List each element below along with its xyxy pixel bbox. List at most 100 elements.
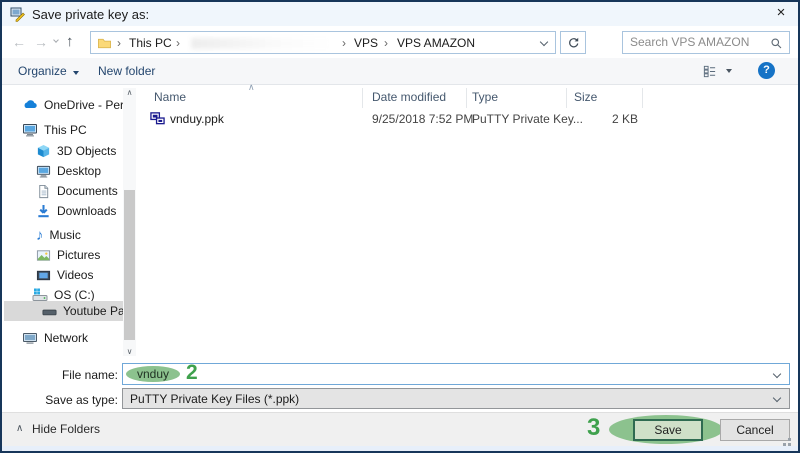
navigation-bar: ← → ↑ › This PC › › VPS › VPS AMAZON [2,26,798,58]
refresh-icon [567,36,580,49]
breadcrumb-separator: › [384,36,388,50]
save-button[interactable]: Save [633,419,703,441]
folder-icon [97,36,112,51]
save-as-type-dropdown-icon[interactable] [773,394,781,402]
sidebar-item-onedrive[interactable]: OneDrive - Person [22,95,137,115]
puttygen-app-icon [10,6,26,22]
file-name-input[interactable]: vnduy [122,363,790,385]
history-dropdown-icon[interactable] [53,37,59,43]
bottom-strip [2,446,798,451]
breadcrumb-separator: › [342,36,346,50]
this-pc-icon [22,122,38,138]
sidebar-item-network[interactable]: Network [22,328,137,348]
sidebar-item-desktop[interactable]: Desktop [36,161,137,181]
table-row[interactable]: vnduy.ppk 9/25/2018 7:52 PM PuTTY Privat… [142,109,792,129]
ppk-file-icon [150,111,165,126]
scroll-up-icon[interactable]: ∧ [123,88,136,97]
view-mode-dropdown-icon[interactable] [726,69,732,73]
search-box[interactable] [622,31,790,54]
file-name-cell: vnduy.ppk [170,112,224,126]
sort-ascending-icon: ∧ [248,82,255,93]
breadcrumb-separator: › [176,36,180,50]
breadcrumb-item-vps[interactable]: VPS [354,36,378,50]
hide-folders-caret-icon: ∧ [16,423,23,434]
save-as-type-value: PuTTY Private Key Files (*.ppk) [130,392,299,406]
sidebar-item-label: 3D Objects [57,144,116,158]
column-header-type[interactable]: Type [472,90,498,104]
drive-icon [42,304,57,319]
file-name-label: File name: [6,368,118,382]
sidebar-item-label: Videos [57,268,93,282]
column-header-name[interactable]: Name [154,90,186,104]
footer-bar: ∧ Hide Folders 3 Save Cancel [2,412,798,446]
cancel-button[interactable]: Cancel [720,419,790,441]
downloads-icon [36,204,51,219]
annotation-step-3: 3 [587,414,600,442]
up-icon[interactable]: ↑ [66,33,74,50]
annotation-step-2: 2 [186,361,198,385]
sidebar-item-downloads[interactable]: Downloads [36,201,137,221]
column-divider[interactable] [566,88,567,108]
organize-dropdown-icon [73,71,79,75]
file-date-cell: 9/25/2018 7:52 PM [372,112,473,126]
sidebar-item-music[interactable]: ♪ Music [36,225,137,245]
3d-objects-icon [36,144,51,159]
videos-icon [36,268,51,283]
command-toolbar: Organize New folder ? [2,58,798,85]
scroll-down-icon[interactable]: ∨ [123,347,136,356]
sidebar-item-label: Downloads [57,204,116,218]
sidebar-item-label: This PC [44,123,87,137]
music-icon: ♪ [36,228,44,243]
breadcrumb-dropdown-icon[interactable] [540,38,548,46]
breadcrumb[interactable]: › This PC › › VPS › VPS AMAZON [90,31,556,54]
help-icon[interactable]: ? [758,62,775,79]
breadcrumb-item-vps-amazon[interactable]: VPS AMAZON [397,36,475,50]
column-header-date-modified[interactable]: Date modified [372,90,446,104]
resize-grip[interactable] [788,438,791,441]
sidebar-item-label: OS (C:) [54,288,95,302]
search-icon[interactable] [770,37,783,50]
save-as-dialog: Save private key as: × ← → ↑ › This PC ›… [0,0,800,453]
sidebar-item-documents[interactable]: Documents [36,181,137,201]
organize-button[interactable]: Organize [18,64,79,78]
breadcrumb-item-this-pc[interactable]: This PC [129,36,172,50]
network-icon [22,330,38,346]
sidebar-item-pictures[interactable]: Pictures [36,245,137,265]
organize-label: Organize [18,64,67,78]
save-as-type-select[interactable]: PuTTY Private Key Files (*.ppk) [122,388,790,409]
save-as-type-label: Save as type: [6,393,118,407]
breadcrumb-censored-segment [191,38,331,49]
hide-folders-button[interactable]: Hide Folders [32,422,100,436]
sidebar: OneDrive - Person This PC 3D Objects Des… [4,86,137,358]
view-mode-icon[interactable] [702,64,717,79]
column-divider[interactable] [642,88,643,108]
sidebar-item-label: Music [50,228,81,242]
forward-icon[interactable]: → [34,34,48,50]
file-size-cell: 2 KB [562,112,638,126]
sidebar-item-videos[interactable]: Videos [36,265,137,285]
file-name-value-highlighted: vnduy [126,366,180,382]
new-folder-button[interactable]: New folder [98,64,155,78]
column-divider[interactable] [466,88,467,108]
sidebar-item-label: Youtube Partner [63,304,123,318]
sidebar-item-label: Pictures [57,248,100,262]
file-name-dropdown-icon[interactable] [773,370,781,378]
sidebar-item-youtube-partner[interactable]: Youtube Partner [4,301,123,321]
column-header-size[interactable]: Size [574,90,597,104]
refresh-button[interactable] [560,31,586,54]
column-divider[interactable] [362,88,363,108]
window-title: Save private key as: [32,7,149,22]
desktop-icon [36,164,51,179]
documents-icon [36,184,51,199]
back-icon[interactable]: ← [12,34,26,50]
close-icon[interactable]: × [768,4,794,24]
sidebar-item-3d-objects[interactable]: 3D Objects [36,141,137,161]
scrollbar-thumb[interactable] [124,190,135,340]
pictures-icon [36,248,51,263]
breadcrumb-separator: › [117,36,121,50]
sidebar-item-this-pc[interactable]: This PC [22,120,137,140]
search-input[interactable] [630,35,760,49]
title-bar: Save private key as: × [2,2,798,26]
sidebar-scrollbar[interactable]: ∧ ∨ [123,88,136,356]
sidebar-item-label: Documents [57,184,118,198]
